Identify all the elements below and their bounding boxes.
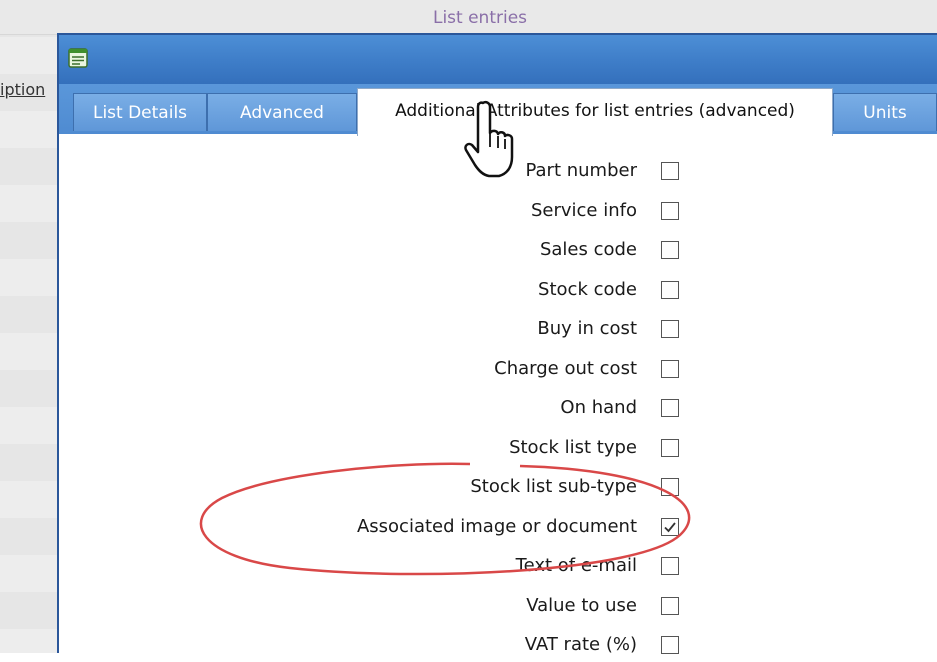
tab-list-details[interactable]: List Details [73,93,207,131]
service-info-checkbox[interactable] [661,202,679,220]
attribute-row: Associated image or document [239,514,679,544]
list-window-icon [68,48,88,68]
stock-list-type-checkbox[interactable] [661,439,679,457]
attribute-label: Text of e-mail [515,555,637,576]
tab-units[interactable]: Units [833,93,937,131]
checkmark-icon [664,522,676,533]
background-column-header[interactable]: iption [0,80,60,110]
attributes-panel: Part number Service info Sales code Stoc… [59,134,937,655]
tab-additional-attributes[interactable]: Additional Attributes for list entries (… [357,88,833,136]
buy-in-cost-checkbox[interactable] [661,320,679,338]
value-to-use-checkbox[interactable] [661,597,679,615]
attribute-label: Associated image or document [356,516,637,537]
attribute-row: Buy in cost [239,316,679,346]
attribute-label: Stock list type [509,437,637,458]
stock-code-checkbox[interactable] [661,281,679,299]
vat-rate-checkbox[interactable] [661,636,679,654]
associated-image-checkbox[interactable] [661,518,679,536]
on-hand-checkbox[interactable] [661,399,679,417]
attribute-label: Stock list sub-type [470,476,637,497]
part-number-checkbox[interactable] [661,162,679,180]
sales-code-checkbox[interactable] [661,241,679,259]
attribute-row: On hand [239,395,679,425]
attribute-label: Stock code [538,279,637,300]
attribute-label: VAT rate (%) [524,634,637,655]
background-window-title: List entries [432,8,528,28]
dialog-titlebar[interactable] [59,35,937,84]
charge-out-cost-checkbox[interactable] [661,360,679,378]
tab-advanced[interactable]: Advanced [207,93,357,131]
attribute-row: Part number [239,158,679,188]
attribute-row: Sales code [239,237,679,267]
text-of-email-checkbox[interactable] [661,557,679,575]
hand-pointer-icon [464,100,514,178]
attribute-label: Value to use [526,595,637,616]
attribute-row: Text of e-mail [239,553,679,583]
attribute-row: Stock list type [239,435,679,465]
attribute-label: Sales code [539,239,637,260]
attribute-label: Part number [525,160,637,181]
attribute-label: Buy in cost [537,318,637,339]
attribute-label: Charge out cost [494,358,637,379]
attribute-row: VAT rate (%) [239,632,679,662]
attribute-row: Stock code [239,277,679,307]
attribute-row: Stock list sub-type [239,474,679,504]
stock-list-sub-type-checkbox[interactable] [661,478,679,496]
attribute-row: Service info [239,198,679,228]
background-titlebar: List entries [0,0,937,35]
attribute-label: On hand [560,397,637,418]
attribute-row: Charge out cost [239,356,679,386]
attribute-label: Service info [530,200,637,221]
attribute-row: Value to use [239,593,679,623]
